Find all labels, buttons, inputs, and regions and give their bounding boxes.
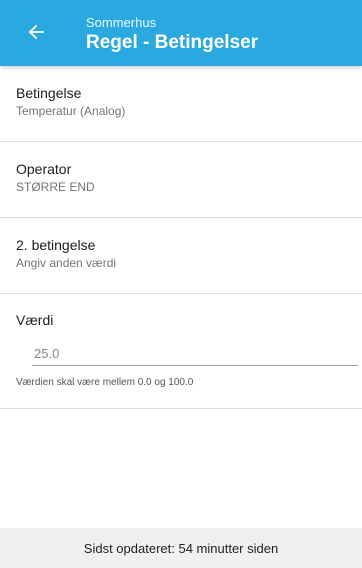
- second-condition-label: 2. betingelse: [16, 237, 96, 253]
- page-title: Regel - Betingelser: [86, 32, 259, 53]
- value-hint: Værdien skal være mellem 0.0 og 100.0: [16, 377, 194, 388]
- app-bar: Sommerhus Regel - Betingelser: [0, 0, 362, 66]
- operator-row[interactable]: Operator STØRRE END: [0, 142, 362, 218]
- arrow-left-icon: [28, 24, 44, 40]
- app-bar-subtitle: Sommerhus: [86, 15, 157, 30]
- second-condition-value: Angiv anden værdi: [16, 256, 117, 270]
- condition-label: Betingelse: [16, 85, 82, 101]
- value-input[interactable]: [32, 341, 358, 366]
- condition-value: Temperatur (Analog): [16, 104, 126, 118]
- condition-row[interactable]: Betingelse Temperatur (Analog): [0, 66, 362, 142]
- second-condition-row[interactable]: 2. betingelse Angiv anden værdi: [0, 218, 362, 294]
- operator-label: Operator: [16, 161, 72, 177]
- last-updated-footer: Sidst opdateret: 54 minutter siden: [0, 528, 362, 568]
- settings-list: Betingelse Temperatur (Analog) Operator …: [0, 66, 362, 409]
- last-updated-text: Sidst opdateret: 54 minutter siden: [83, 540, 279, 556]
- back-button[interactable]: [22, 18, 50, 46]
- operator-value: STØRRE END: [16, 180, 95, 194]
- value-label: Værdi: [16, 312, 54, 328]
- value-section: Værdi Værdien skal være mellem 0.0 og 10…: [0, 294, 362, 409]
